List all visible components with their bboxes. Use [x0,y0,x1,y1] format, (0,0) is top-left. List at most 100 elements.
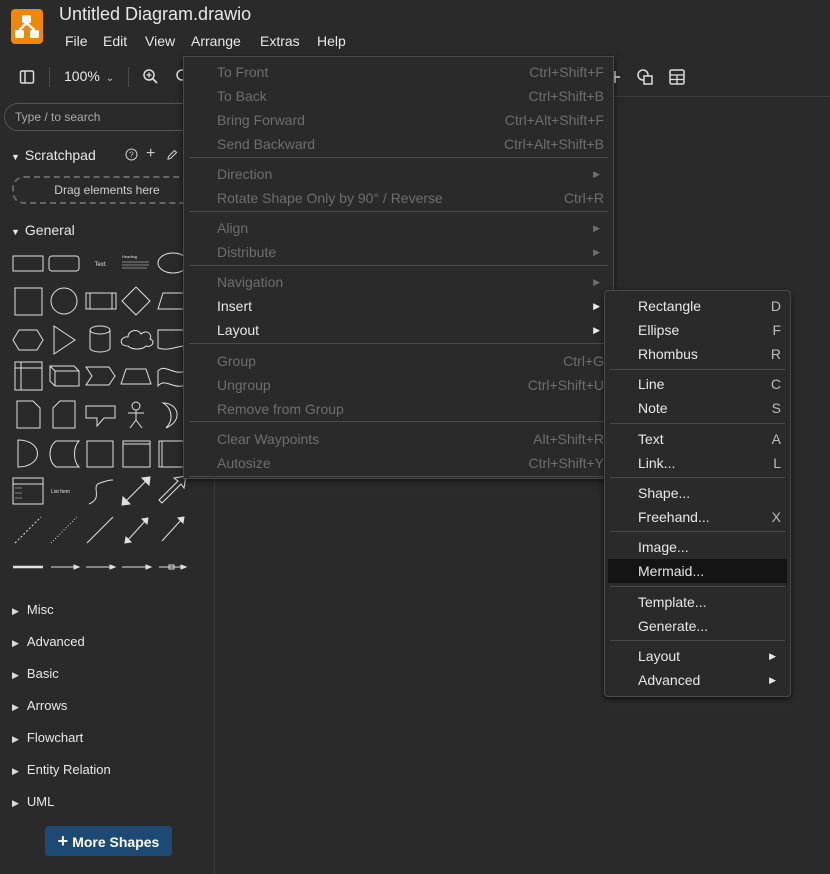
insert-item-text[interactable]: Text A [605,427,790,451]
shape-trapezoid[interactable] [120,368,152,385]
shape-dotted-line[interactable] [50,516,78,544]
section-entity-relation[interactable]: ▶ Entity Relation [12,762,111,777]
insert-item-template[interactable]: Template... [605,590,790,614]
menu-item-direction[interactable]: Direction ▶ [184,162,613,186]
insert-item-rectangle[interactable]: Rectangle D [605,294,790,318]
insert-item-note[interactable]: Note S [605,396,790,420]
shape-diamond[interactable] [121,286,151,316]
menu-item-remove-from-group[interactable]: Remove from Group [184,397,613,421]
shape-bidirectional-connector[interactable] [124,517,149,544]
menu-view[interactable]: View [139,33,181,49]
shape-connector-symbol[interactable] [159,564,188,570]
shape-actor[interactable] [128,401,144,429]
shape-card[interactable] [52,400,76,429]
zoom-dropdown[interactable]: 100% ⌄ [64,68,114,84]
scratchpad-dropzone[interactable]: Drag elements here [12,176,202,204]
shape-connector-3-labels[interactable] [122,564,153,570]
shape-or[interactable] [161,402,178,429]
section-arrows[interactable]: ▶ Arrows [12,698,67,713]
shape-dashed-line[interactable] [14,516,42,544]
insert-item-layout[interactable]: Layout ▶ [605,644,790,668]
insert-item-mermaid[interactable]: Mermaid... [608,559,787,583]
general-header[interactable]: ▼ General [11,222,75,238]
shape-curve[interactable] [88,479,114,505]
insert-item-shape[interactable]: Shape... [605,481,790,505]
menu-item-navigation[interactable]: Navigation ▶ [184,270,613,294]
shape-rectangle[interactable] [12,255,44,272]
shape-textbox[interactable]: Heading [122,254,149,269]
shape-square[interactable] [14,287,43,316]
shape-cylinder[interactable] [89,325,111,353]
section-advanced[interactable]: ▶ Advanced [12,634,85,649]
shape-stored-data[interactable] [49,440,81,468]
shape-text[interactable]: Text [94,262,105,268]
menu-item-send-backward[interactable]: Send Backward Ctrl+Alt+Shift+B [184,132,613,156]
shape-callout[interactable] [85,405,116,428]
menu-item-to-back[interactable]: To Back Ctrl+Shift+B [184,84,613,108]
menu-item-rotate-shape-only-by-90-reverse[interactable]: Rotate Shape Only by 90° / Reverse Ctrl+R [184,186,613,210]
shape-list-item[interactable]: List Item [51,489,70,495]
table-icon[interactable] [668,68,686,89]
insert-item-advanced[interactable]: Advanced ▶ [605,668,790,692]
menu-item-group[interactable]: Group Ctrl+G [184,349,613,373]
menu-item-align[interactable]: Align ▶ [184,216,613,240]
insert-item-link[interactable]: Link... L [605,451,790,475]
menu-edit[interactable]: Edit [97,33,133,49]
zoom-in-icon[interactable] [142,68,160,89]
shape-bidirectional-arrow[interactable] [121,476,151,506]
shape-arrow[interactable] [158,475,187,504]
insert-item-ellipse[interactable]: Ellipse F [605,318,790,342]
insert-item-generate[interactable]: Generate... [605,614,790,638]
insert-item-image[interactable]: Image... [605,535,790,559]
shape-note[interactable] [16,400,41,429]
section-basic[interactable]: ▶ Basic [12,666,59,681]
insert-item-freehand[interactable]: Freehand... X [605,505,790,529]
menu-item-layout[interactable]: Layout ▶ [184,318,613,342]
menu-item-autosize[interactable]: Autosize Ctrl+Shift+Y [184,451,613,475]
menu-item-bring-forward[interactable]: Bring Forward Ctrl+Alt+Shift+F [184,108,613,132]
menu-extras[interactable]: Extras [254,33,306,49]
sidebar-toggle-icon[interactable] [19,69,35,88]
shape-delay[interactable] [17,439,38,468]
shape-hexagon[interactable] [12,329,44,351]
menu-help[interactable]: Help [311,33,352,49]
shape-connector-2-labels[interactable] [86,564,117,570]
shape-search-input[interactable]: Type / to search [4,103,204,131]
shape-step[interactable] [85,366,116,386]
menu-item-clear-waypoints[interactable]: Clear Waypoints Alt+Shift+R [184,427,613,451]
document-title[interactable]: Untitled Diagram.drawio [59,4,251,25]
shape-connector-label[interactable] [51,564,81,570]
edit-pencil-icon[interactable] [166,148,178,164]
section-uml[interactable]: ▶ UML [12,794,54,809]
shape-internal-storage[interactable] [14,361,43,391]
shapes-icon[interactable] [636,68,654,89]
chevron-right-icon: ▶ [12,702,19,712]
menu-item-ungroup[interactable]: Ungroup Ctrl+Shift+U [184,373,613,397]
menu-item-distribute[interactable]: Distribute ▶ [184,240,613,264]
add-icon[interactable]: + [146,145,155,163]
shape-triangle[interactable] [53,325,76,355]
shape-directional-connector[interactable] [161,516,185,542]
shape-cloud[interactable] [120,329,154,350]
help-icon[interactable]: ? [125,148,138,164]
scratchpad-header[interactable]: ▼ Scratchpad [11,147,96,163]
shape-rounded-rectangle[interactable] [48,255,80,272]
menu-item-insert[interactable]: Insert ▶ [184,294,613,318]
insert-item-rhombus[interactable]: Rhombus R [605,342,790,366]
shape-container[interactable] [122,440,151,468]
shape-square-2[interactable] [86,440,114,468]
insert-item-line[interactable]: Line C [605,372,790,396]
shape-cube[interactable] [49,365,80,387]
shape-list[interactable] [12,477,44,505]
menu-item-to-front[interactable]: To Front Ctrl+Shift+F [184,60,613,84]
menu-separator [189,157,608,158]
more-shapes-button[interactable]: + More Shapes [45,826,172,856]
shape-process[interactable] [85,292,117,310]
menu-file[interactable]: File [59,33,94,49]
shape-line[interactable] [86,516,114,544]
shape-circle[interactable] [50,287,78,315]
section-flowchart[interactable]: ▶ Flowchart [12,730,83,745]
zoom-out-icon[interactable] [175,68,183,89]
section-misc[interactable]: ▶ Misc [12,602,54,617]
menu-arrange[interactable]: Arrange [185,33,247,49]
